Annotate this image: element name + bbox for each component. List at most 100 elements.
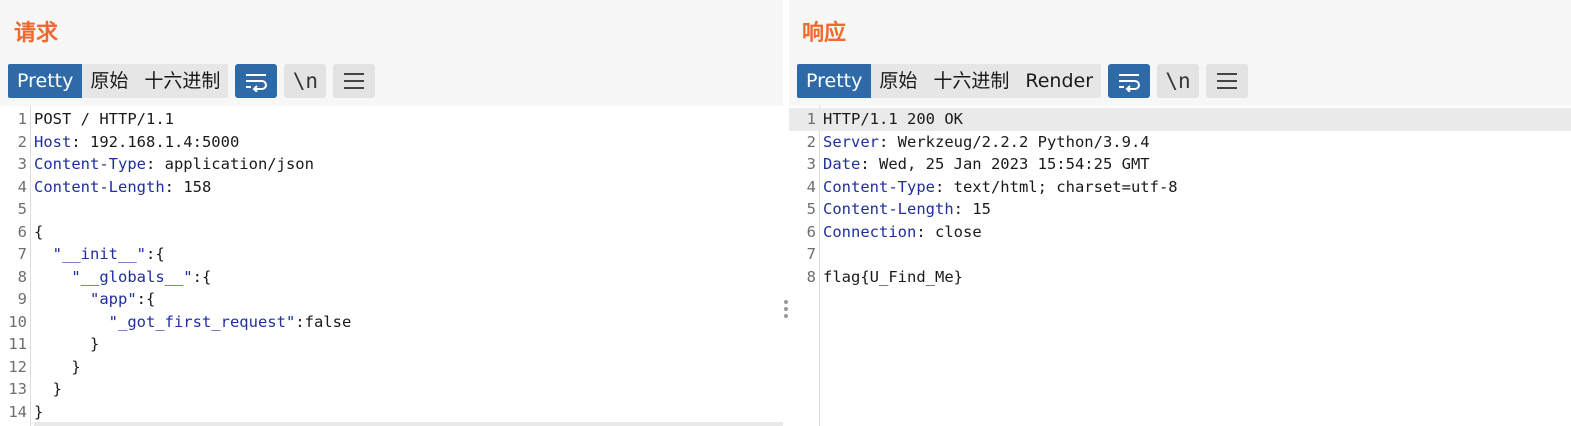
line-number: 3 [17, 155, 27, 173]
response-tab-render[interactable]: Render [1017, 64, 1101, 98]
line-content: } [34, 378, 62, 400]
line-text: : 15 [953, 200, 991, 218]
line-content: Connection: close [823, 221, 982, 243]
code-line: 12 } [0, 356, 783, 379]
response-view-tabs: Pretty 原始 十六进制 Render [797, 64, 1102, 98]
line-content: HTTP/1.1 200 OK [823, 108, 963, 130]
code-line: 2 Server: Werkzeug/2.2.2 Python/3.9.4 [789, 131, 1571, 154]
request-editor[interactable]: 1 POST / HTTP/1.1 2 Host: 192.168.1.4:5000 3… [0, 106, 783, 426]
line-text: } [34, 335, 100, 353]
line-number: 6 [17, 222, 27, 241]
response-editor[interactable]: 1 HTTP/1.1 200 OK 2 Server: Werkzeug/2.2.2 … [789, 106, 1571, 426]
hamburger-menu-icon [344, 73, 365, 89]
line-number: 11 [8, 335, 27, 353]
wrap-lines-icon [1119, 74, 1141, 92]
line-content: "_got_first_request":false [34, 311, 352, 333]
json-key: "app" [90, 290, 137, 308]
header-name: Content-Type [34, 155, 146, 173]
header-name: Content-Length [34, 177, 165, 196]
code-line: 14} [0, 401, 783, 424]
code-line: 11 } [0, 333, 783, 356]
line-content: } [34, 401, 43, 423]
request-tab-hex[interactable]: 十六进制 [136, 64, 228, 98]
json-key: "__globals__" [71, 267, 193, 286]
response-toolbar: Pretty 原始 十六进制 Render \n [797, 64, 1249, 98]
response-pane: 响应 Pretty 原始 十六进制 Render \n 1 HTTP/1.1 2… [789, 0, 1571, 426]
code-line: 6{ [0, 221, 783, 244]
line-number: 13 [8, 380, 27, 398]
code-line: 13 } [0, 378, 783, 401]
code-line: 1 HTTP/1.1 200 OK [789, 108, 1571, 131]
code-line: 5 [0, 198, 783, 221]
request-menu-button[interactable] [333, 64, 376, 98]
header-name: Host [34, 132, 72, 151]
line-number: 2 [806, 132, 816, 151]
line-content: POST / HTTP/1.1 [34, 108, 174, 130]
line-number: 1 [806, 110, 816, 128]
line-number: 14 [8, 402, 27, 421]
code-line: 10 "_got_first_request":false [0, 311, 783, 334]
line-text: : 192.168.1.4:5000 [71, 132, 240, 151]
line-content: "__globals__":{ [34, 266, 211, 288]
line-number: 4 [17, 177, 27, 196]
line-content: "__init__":{ [34, 243, 165, 265]
line-number: 1 [17, 110, 27, 128]
request-horizontal-scrollbar[interactable] [34, 422, 783, 426]
line-content: Content-Length: 158 [34, 176, 211, 198]
line-number: 8 [17, 267, 27, 286]
response-tab-hex[interactable]: 十六进制 [925, 64, 1017, 98]
line-number: 8 [806, 267, 816, 286]
response-newline-toggle-button[interactable]: \n [1157, 64, 1200, 98]
hamburger-menu-icon [1217, 73, 1238, 89]
line-content: { [34, 221, 43, 243]
line-number: 4 [806, 177, 816, 196]
code-line: 2 Host: 192.168.1.4:5000 [0, 131, 783, 154]
line-text: : close [916, 222, 982, 241]
header-name: Server [823, 132, 879, 151]
request-newline-toggle-button[interactable]: \n [284, 64, 327, 98]
line-number: 2 [17, 132, 27, 151]
line-text: : text/html; charset=utf-8 [934, 177, 1178, 196]
request-tab-raw[interactable]: 原始 [82, 64, 136, 98]
line-text: "__init__":{ [52, 245, 165, 263]
pane-resize-handle[interactable] [784, 300, 788, 318]
line-text: : application/json [145, 155, 314, 173]
code-line: 3 Date: Wed, 25 Jan 2023 15:54:25 GMT [789, 153, 1571, 176]
line-number: 6 [806, 222, 816, 241]
request-title: 请求 [14, 21, 59, 46]
code-line: 9 "app":{ [0, 288, 783, 311]
code-line: 1 POST / HTTP/1.1 [0, 108, 783, 131]
code-line: 7 "__init__":{ [0, 243, 783, 266]
line-content: Server: Werkzeug/2.2.2 Python/3.9.4 [823, 131, 1150, 153]
line-text: POST / HTTP/1.1 [34, 110, 174, 128]
code-line: 6 Connection: close [789, 221, 1571, 244]
line-number: 12 [8, 357, 27, 376]
request-wrap-lines-button[interactable] [235, 64, 278, 98]
code-line: 3 Content-Type: application/json [0, 153, 783, 176]
line-text: } [34, 380, 62, 398]
code-line: 4 Content-Type: text/html; charset=utf-8 [789, 176, 1571, 199]
json-key: "__init__" [52, 245, 146, 263]
line-content: Host: 192.168.1.4:5000 [34, 131, 239, 153]
code-line: 8 flag{U_Find_Me} [789, 266, 1571, 289]
line-text: flag{U_Find_Me} [823, 267, 963, 286]
response-wrap-lines-button[interactable] [1108, 64, 1151, 98]
header-name: Date [823, 155, 861, 173]
line-number: 3 [806, 155, 816, 173]
line-content: "app":{ [34, 288, 155, 310]
response-tab-raw[interactable]: 原始 [871, 64, 925, 98]
line-text: } [34, 357, 81, 376]
code-line: 5 Content-Length: 15 [789, 198, 1571, 221]
line-content: } [34, 356, 81, 378]
header-name: Content-Length [823, 200, 954, 218]
line-content: flag{U_Find_Me} [823, 266, 963, 288]
line-text: { [34, 222, 44, 241]
response-menu-button[interactable] [1206, 64, 1249, 98]
line-number: 10 [8, 312, 27, 331]
line-content: Content-Length: 15 [823, 198, 991, 220]
request-view-tabs: Pretty 原始 十六进制 [8, 64, 229, 98]
line-text: HTTP/1.1 200 OK [823, 110, 963, 128]
json-key: "_got_first_request" [108, 312, 296, 331]
response-tab-pretty[interactable]: Pretty [797, 64, 872, 98]
request-tab-pretty[interactable]: Pretty [8, 64, 83, 98]
